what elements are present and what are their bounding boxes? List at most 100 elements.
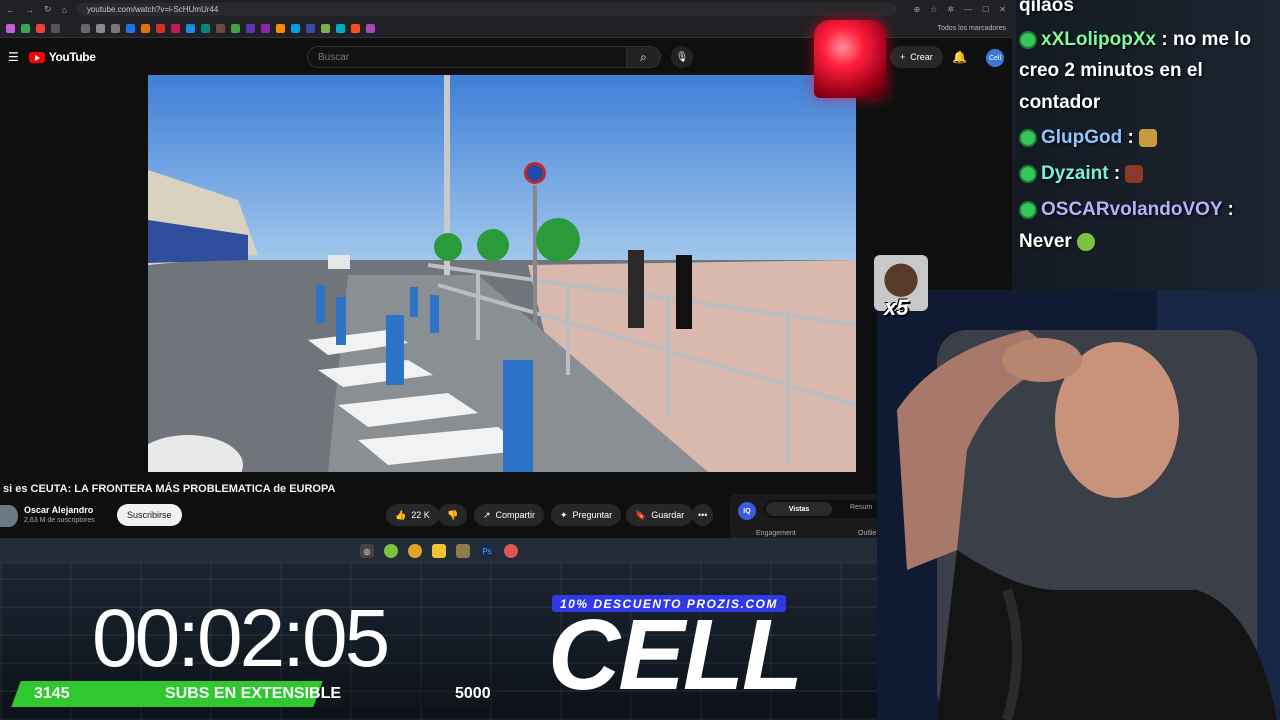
share-icon: ↗ xyxy=(483,509,491,520)
user-badge-icon xyxy=(1019,200,1037,219)
app-icon[interactable] xyxy=(456,544,470,558)
reload-icon[interactable]: ↻ xyxy=(44,4,52,15)
sparkle-icon: ✦ xyxy=(560,509,568,520)
more-actions-button[interactable]: ••• xyxy=(692,504,714,526)
app-icon[interactable] xyxy=(384,544,398,558)
minimize-icon[interactable]: — xyxy=(964,5,972,14)
tab-vistas[interactable]: Vistas xyxy=(766,502,832,516)
bookmark-icon[interactable] xyxy=(81,23,90,33)
bookmark-icon[interactable] xyxy=(126,23,135,33)
url-field[interactable]: youtube.com/watch?v=i-ScHUmUr44 xyxy=(76,3,897,16)
bookmark-icon[interactable] xyxy=(111,23,120,33)
bookmark-icon[interactable] xyxy=(201,23,210,33)
chat-text: : xyxy=(1113,163,1121,184)
photoshop-icon[interactable]: Ps xyxy=(480,544,494,558)
video-title: si es CEUTA: LA FRONTERA MÁS PROBLEMATIC… xyxy=(3,483,336,495)
chat-message: OSCARvolandoVOY : xyxy=(1019,194,1234,226)
tab-resumen[interactable]: Resum xyxy=(850,504,872,511)
bookmark-icon[interactable] xyxy=(156,23,165,33)
chat-username[interactable]: xXLolipopXx xyxy=(1041,29,1156,50)
chat-username[interactable]: GlupGod xyxy=(1041,127,1122,148)
video-frame xyxy=(148,75,856,472)
share-button[interactable]: ↗ Compartir xyxy=(474,504,545,526)
subs-label: SUBS EN EXTENSIBLE xyxy=(165,685,342,702)
stream-layout: ← → ↻ ⌂ youtube.com/watch?v=i-ScHUmUr44 … xyxy=(0,0,1280,720)
chat-message: GlupGod : xyxy=(1019,122,1158,154)
close-icon[interactable]: ✕ xyxy=(999,5,1006,14)
menu-icon[interactable]: ☰ xyxy=(8,50,19,64)
chat-text: : xyxy=(1227,199,1234,220)
bell-icon[interactable]: 🔔 xyxy=(952,50,967,64)
chat-username[interactable]: Dyzaint xyxy=(1041,163,1109,184)
like-count: 22 K xyxy=(411,510,430,520)
bookmark-icon[interactable] xyxy=(276,23,285,33)
chat-text: Never xyxy=(1019,231,1072,252)
tiktok-icon[interactable] xyxy=(66,23,75,33)
like-button[interactable]: 👍 22 K xyxy=(386,504,439,526)
subscribe-button[interactable]: Suscribirse xyxy=(117,504,182,526)
star-icon[interactable]: ☆ xyxy=(930,5,937,14)
bookmark-icon[interactable] xyxy=(171,23,180,33)
maximize-icon[interactable]: ☐ xyxy=(982,5,989,14)
streamer-camera-image xyxy=(877,290,1280,720)
microphone-icon[interactable]: 🎙 xyxy=(671,46,693,68)
bookmark-icon[interactable] xyxy=(141,23,150,33)
channel-name[interactable]: Oscar Alejandro xyxy=(24,505,93,515)
create-button[interactable]: + Crear xyxy=(890,46,943,68)
bookmark-icon[interactable] xyxy=(261,23,270,33)
emote-icon xyxy=(1077,232,1096,251)
bookmark-icon[interactable] xyxy=(186,23,195,33)
home-icon[interactable]: ⌂ xyxy=(62,5,67,15)
bookmark-icon[interactable] xyxy=(246,23,255,33)
chat-text: : no me lo xyxy=(1161,29,1252,50)
metric-outlier: Outlie xyxy=(858,530,877,537)
bookmark-icon[interactable] xyxy=(21,23,30,33)
bookmark-icon[interactable] xyxy=(351,23,360,33)
app-icon[interactable] xyxy=(504,544,518,558)
folder-icon[interactable] xyxy=(432,544,446,558)
gmail-icon[interactable] xyxy=(36,23,45,33)
zoom-icon[interactable]: ⊕ xyxy=(914,5,921,14)
bookmark-icon[interactable] xyxy=(96,23,105,33)
bookmark-icon[interactable] xyxy=(306,23,315,33)
siren-icon xyxy=(814,20,886,98)
youtube-logo[interactable]: YouTube xyxy=(28,50,96,64)
chrome-icon[interactable] xyxy=(408,544,422,558)
bookmark-icon[interactable] xyxy=(216,23,225,33)
back-icon[interactable]: ← xyxy=(6,5,15,15)
video-player[interactable] xyxy=(148,75,856,472)
chat-message: Never xyxy=(1019,226,1096,258)
subs-goal: 5000 xyxy=(455,685,491,702)
channel-avatar[interactable] xyxy=(0,505,18,527)
plus-icon: + xyxy=(900,52,906,62)
webcam-feed xyxy=(877,290,1280,720)
chat-message: creo 2 minutos en el xyxy=(1019,55,1203,87)
account-avatar[interactable]: Cell xyxy=(986,49,1004,67)
extensions-icon[interactable]: ✲ xyxy=(947,5,954,14)
app-icon[interactable]: ◎ xyxy=(360,544,374,558)
youtube-logo-text: YouTube xyxy=(48,50,96,64)
bookmark-icon[interactable] xyxy=(321,23,330,33)
search-icon[interactable]: ⌕ xyxy=(627,46,661,68)
search-input[interactable] xyxy=(307,46,627,68)
all-bookmarks-link[interactable]: Todos los marcadores xyxy=(938,25,1006,32)
bookmark-icon[interactable] xyxy=(366,23,375,33)
save-button[interactable]: 🔖 Guardar xyxy=(626,504,694,526)
chat-message: contador xyxy=(1019,87,1100,119)
chat-username[interactable]: OSCARvolandoVOY xyxy=(1041,199,1222,220)
bookmark-icon[interactable] xyxy=(231,23,240,33)
ask-button[interactable]: ✦ Preguntar xyxy=(551,504,622,526)
dislike-button[interactable]: 👎 xyxy=(438,504,468,526)
bookmark-icon[interactable] xyxy=(291,23,300,33)
iq-badge[interactable]: IQ xyxy=(738,502,756,520)
chat-message: xXLolipopXx : no me lo xyxy=(1019,24,1251,56)
chat-overlay: qilaos xXLolipopXx : no me lo creo 2 min… xyxy=(1016,0,1280,290)
forward-icon[interactable]: → xyxy=(25,5,34,15)
bookmark-icon[interactable] xyxy=(6,23,15,33)
bookmark-icon[interactable] xyxy=(336,23,345,33)
x-icon[interactable] xyxy=(51,23,60,33)
youtube-play-icon xyxy=(28,51,45,63)
thumbs-down-icon: 👎 xyxy=(447,509,459,520)
brand-logo: CELL xyxy=(548,599,803,711)
chat-text: contador xyxy=(1019,92,1101,113)
